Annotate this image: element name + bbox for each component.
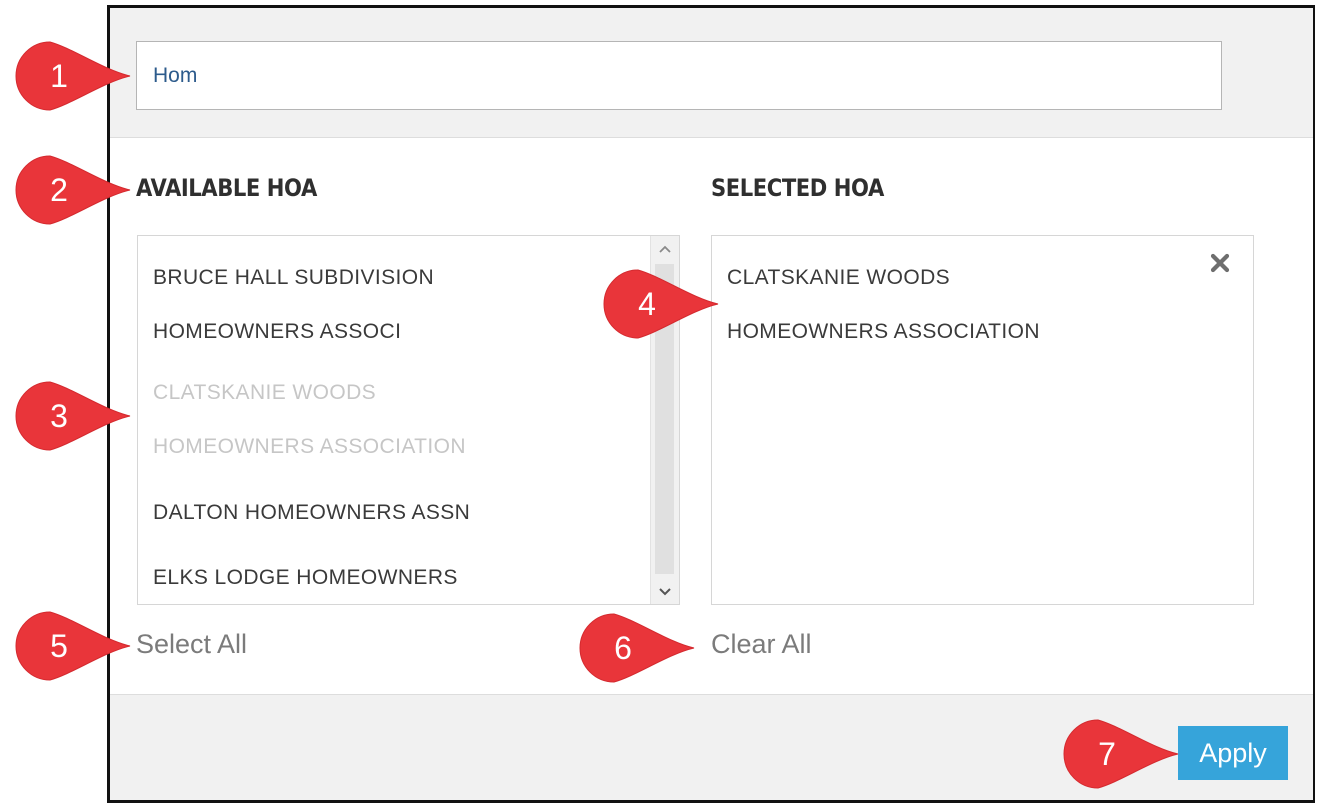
callout-number: 5 xyxy=(50,628,68,664)
callout-number: 7 xyxy=(1098,736,1116,772)
selected-item-clatskanie-woods-cont: HOMEOWNERS ASSOCIATION xyxy=(727,320,1040,343)
available-item-dalton[interactable]: DALTON HOMEOWNERS ASSN xyxy=(153,484,470,541)
callout-marker-5: 5 xyxy=(12,608,132,684)
chevron-down-icon[interactable] xyxy=(651,581,679,602)
selected-hoa-heading: SELECTED HOA xyxy=(711,174,884,202)
search-band xyxy=(110,8,1313,138)
callout-marker-6: 6 xyxy=(576,610,696,686)
callout-marker-1: 1 xyxy=(12,38,132,114)
callout-marker-4: 4 xyxy=(600,266,720,342)
available-item-elks-lodge[interactable]: ELKS LODGE HOMEOWNERS xyxy=(153,549,458,604)
search-input[interactable] xyxy=(136,41,1222,110)
callout-number: 6 xyxy=(614,630,632,666)
available-hoa-list[interactable]: BRUCE HALL SUBDIVISION HOMEOWNERS ASSOCI… xyxy=(137,235,680,605)
callout-number: 2 xyxy=(50,172,68,208)
select-all-link[interactable]: Select All xyxy=(136,629,247,660)
callout-marker-7: 7 xyxy=(1060,716,1180,792)
callout-number: 4 xyxy=(638,286,656,322)
available-item-bruce-hall[interactable]: BRUCE HALL SUBDIVISION xyxy=(153,249,434,306)
callout-number: 3 xyxy=(50,398,68,434)
callout-marker-2: 2 xyxy=(12,152,132,228)
selected-hoa-list: CLATSKANIE WOODS HOMEOWNERS ASSOCIATION xyxy=(711,235,1254,605)
selected-item-clatskanie-woods: CLATSKANIE WOODS xyxy=(727,266,951,289)
available-item-bruce-hall-cont[interactable]: HOMEOWNERS ASSOCI xyxy=(153,303,401,360)
callout-number: 1 xyxy=(50,58,68,94)
available-hoa-heading: AVAILABLE HOA xyxy=(136,174,317,202)
close-icon[interactable] xyxy=(1209,252,1231,274)
apply-button[interactable]: Apply xyxy=(1178,726,1288,780)
available-item-clatskanie-woods: CLATSKANIE WOODS xyxy=(153,381,377,404)
clear-all-link[interactable]: Clear All xyxy=(711,629,812,660)
callout-marker-3: 3 xyxy=(12,378,132,454)
chevron-up-icon[interactable] xyxy=(651,238,679,259)
available-item-clatskanie-woods-cont: HOMEOWNERS ASSOCIATION xyxy=(153,435,466,458)
hoa-selector-dialog: AVAILABLE HOA SELECTED HOA BRUCE HALL SU… xyxy=(107,5,1315,803)
